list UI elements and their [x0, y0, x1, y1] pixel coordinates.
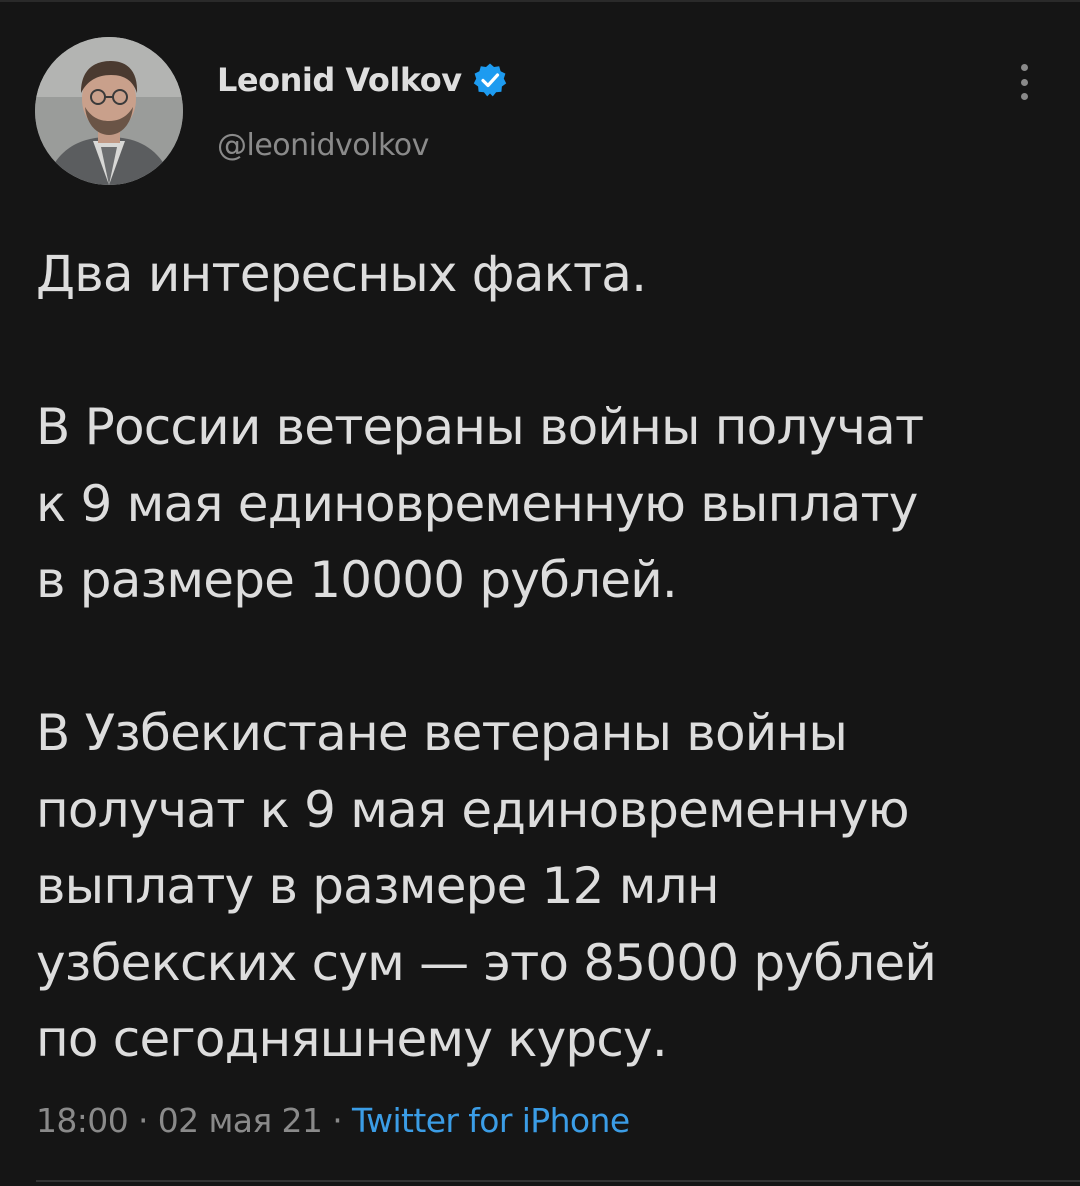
tweet-line: в размере 10000 рублей.: [36, 551, 678, 609]
author-display-name[interactable]: Leonid Volkov: [217, 61, 462, 99]
dot: [1020, 78, 1028, 86]
more-options-icon[interactable]: [1006, 60, 1042, 104]
tweet-line: Два интересных факта.: [36, 245, 647, 303]
tweet-line: узбекских сум — это 85000 рублей: [36, 933, 937, 992]
tweet-meta: 18:00 · 02 мая 21 · Twitter for iPhone: [36, 1101, 630, 1140]
avatar-photo: [35, 37, 183, 185]
verified-badge-icon: [472, 62, 508, 98]
author-handle[interactable]: @leonidvolkov: [217, 128, 429, 163]
tweet-card: Leonid Volkov @leonidvolkov Два интересн…: [0, 0, 1080, 1186]
tweet-line: выплату в размере 12 млн: [36, 857, 720, 915]
meta-separator: ·: [322, 1101, 352, 1140]
tweet-time[interactable]: 18:00: [36, 1101, 129, 1140]
tweet-source-link[interactable]: Twitter for iPhone: [352, 1101, 630, 1140]
dot: [1020, 93, 1028, 100]
tweet-line: В России ветераны войны получат: [36, 398, 924, 456]
meta-separator: ·: [128, 1101, 158, 1140]
dot: [1020, 64, 1028, 71]
tweet-line: по сегодняшнему курсу.: [36, 1010, 668, 1068]
tweet-line: В Узбекистане ветераны войны: [36, 704, 848, 762]
avatar[interactable]: [35, 37, 183, 185]
tweet-line: получат к 9 мая единовременную: [36, 780, 910, 839]
author-name-row[interactable]: Leonid Volkov: [217, 55, 508, 105]
tweet-date[interactable]: 02 мая 21: [158, 1101, 323, 1140]
tweet-text: Два интересных факта. В России ветераны …: [36, 236, 1046, 1078]
tweet-line: к 9 мая единовременную выплату: [36, 474, 918, 533]
divider: [36, 1180, 1080, 1182]
